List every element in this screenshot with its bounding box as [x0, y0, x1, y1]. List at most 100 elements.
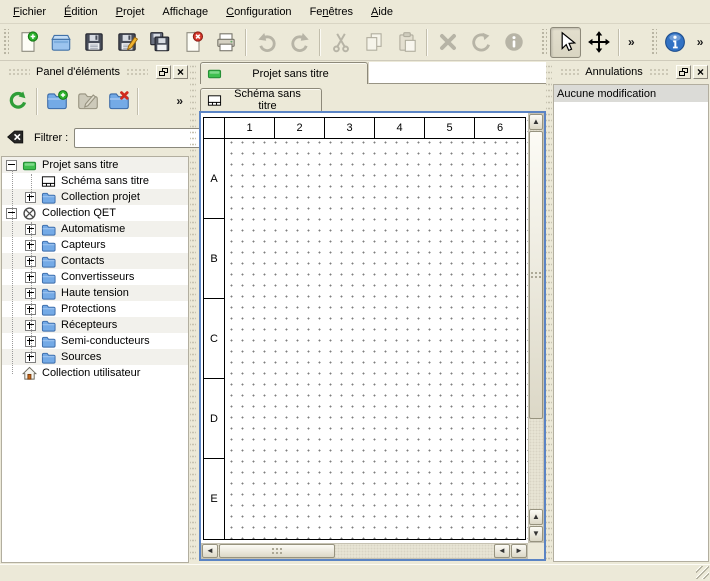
project-area: Projet sans titre Schéma sans titre 1234… — [197, 62, 548, 563]
save-as-button[interactable] — [111, 27, 142, 58]
folder-icon-cell — [41, 238, 58, 253]
tab-schema[interactable]: Schéma sans titre — [200, 88, 322, 111]
scroll-left-button[interactable]: ◄ — [202, 544, 218, 558]
scroll-up-button[interactable]: ▲ — [529, 114, 543, 130]
toolbar-overflow-button[interactable]: » — [623, 35, 640, 49]
info-blue-icon — [663, 30, 687, 54]
tree-expander-minus-icon[interactable] — [6, 160, 17, 171]
folder-icon — [41, 334, 56, 349]
close-panel-button[interactable]: × — [173, 65, 188, 79]
menubar: FichierÉditionProjetAffichageConfigurati… — [0, 0, 710, 24]
copy-button[interactable] — [358, 27, 389, 58]
resize-grip[interactable] — [696, 566, 709, 579]
tree-item-collection-qet[interactable]: Collection QET — [2, 205, 188, 221]
tree-item-semi-conducteurs[interactable]: Semi-conducteurs — [2, 333, 188, 349]
undo-button[interactable] — [251, 27, 282, 58]
toolbar-separator — [245, 29, 247, 56]
tree-item-sources[interactable]: Sources — [2, 349, 188, 365]
vertical-scrollbar[interactable]: ▲ ▲ ▼ — [528, 113, 544, 543]
schematic-canvas[interactable]: 123456 ABCDE — [201, 113, 544, 559]
tree-item-label: Collection utilisateur — [39, 367, 140, 379]
print-button[interactable] — [210, 27, 241, 58]
folder-icon — [41, 286, 56, 301]
menu-fichier[interactable]: Fichier — [4, 2, 55, 22]
toolbar-overflow-button[interactable]: » — [171, 94, 188, 108]
tree-item-convertisseurs[interactable]: Convertisseurs — [2, 269, 188, 285]
tree-item-collection-projet[interactable]: Collection projet — [2, 189, 188, 205]
scrollbar-corner — [528, 543, 544, 559]
folder-icon-cell — [41, 254, 58, 269]
folder-icon — [41, 222, 56, 237]
menu-aide[interactable]: Aide — [362, 2, 402, 22]
elements-panel-dock: Panel d'éléments × » Filtrer : Projet sa… — [0, 62, 190, 563]
folder-icon — [41, 318, 56, 333]
cut-button[interactable] — [325, 27, 356, 58]
about-button[interactable] — [660, 27, 691, 58]
tree-item-haute-tension[interactable]: Haute tension — [2, 285, 188, 301]
open-document-button[interactable] — [45, 27, 76, 58]
splitter-left[interactable] — [190, 62, 196, 563]
horizontal-scroll-thumb[interactable] — [219, 544, 335, 558]
delete-selection-button[interactable] — [432, 27, 463, 58]
menu-projet[interactable]: Projet — [107, 2, 154, 22]
new-category-button[interactable] — [42, 87, 71, 116]
select-mode-button[interactable] — [550, 27, 581, 58]
save-button[interactable] — [78, 27, 109, 58]
toolbar-handle[interactable] — [650, 29, 657, 55]
scroll-down-button[interactable]: ▼ — [529, 526, 543, 542]
schema-icon-cell — [41, 174, 58, 189]
undo-item[interactable]: Aucune modification — [554, 85, 708, 102]
menu-edition[interactable]: Édition — [55, 2, 107, 22]
vertical-scroll-thumb[interactable] — [529, 131, 543, 419]
reload-collections-button[interactable] — [3, 87, 32, 116]
toolbar-handle[interactable] — [540, 29, 547, 55]
tree-item-collection-utilisateur[interactable]: Collection utilisateur — [2, 365, 188, 381]
delete-category-button[interactable] — [104, 87, 133, 116]
toolbar-overflow-button[interactable]: » — [692, 35, 709, 49]
pan-mode-button[interactable] — [583, 27, 614, 58]
toolbar-handle[interactable] — [2, 29, 9, 55]
tree-item-capteurs[interactable]: Capteurs — [2, 237, 188, 253]
tree-item-automatisme[interactable]: Automatisme — [2, 221, 188, 237]
filter-label: Filtrer : — [34, 132, 68, 144]
scroll-up-button-2[interactable]: ▲ — [529, 509, 543, 525]
close-panel-button[interactable]: × — [693, 65, 708, 79]
menu-affichage[interactable]: Affichage — [153, 2, 217, 22]
toolbar-separator — [426, 29, 428, 56]
float-panel-button[interactable] — [676, 65, 691, 79]
undo-panel-titlebar[interactable]: Annulations × — [554, 64, 708, 79]
folder-icon-cell — [41, 270, 58, 285]
tree-item-contacts[interactable]: Contacts — [2, 253, 188, 269]
clear-filter-button[interactable] — [5, 127, 27, 149]
scroll-right-button[interactable]: ► — [511, 544, 527, 558]
folder-icon — [41, 254, 56, 269]
horizontal-scrollbar[interactable]: ◄ ◄ ► — [201, 543, 528, 559]
tree-item-recepteurs[interactable]: Récepteurs — [2, 317, 188, 333]
paste-button[interactable] — [391, 27, 422, 58]
statusbar — [0, 564, 710, 581]
tree-item-schema-sans-titre[interactable]: Schéma sans titre — [2, 173, 188, 189]
edit-category-button[interactable] — [73, 87, 102, 116]
grid-column-header: 2 — [275, 118, 325, 138]
elements-panel-titlebar[interactable]: Panel d'éléments × — [2, 64, 188, 79]
tree-item-label: Sources — [58, 351, 101, 363]
menu-fenetres[interactable]: Fenêtres — [301, 2, 362, 22]
restore-icon — [159, 68, 168, 76]
scroll-left-button-2[interactable]: ◄ — [494, 544, 510, 558]
save-all-button[interactable] — [144, 27, 175, 58]
menu-configuration[interactable]: Configuration — [217, 2, 300, 22]
float-panel-button[interactable] — [156, 65, 171, 79]
tree-item-protections[interactable]: Protections — [2, 301, 188, 317]
tree-item-label: Haute tension — [58, 287, 129, 299]
selection-properties-button[interactable] — [498, 27, 529, 58]
grid-row-header: E — [204, 459, 224, 539]
schema-icon — [207, 93, 222, 108]
tree-item-projet-sans-titre[interactable]: Projet sans titre — [2, 157, 188, 173]
rotate-selection-button[interactable] — [465, 27, 496, 58]
tab-project[interactable]: Projet sans titre — [200, 62, 368, 84]
redo-button[interactable] — [284, 27, 315, 58]
new-document-button[interactable] — [12, 27, 43, 58]
close-document-button[interactable] — [177, 27, 208, 58]
elements-panel-toolbar: » — [2, 84, 188, 118]
project-icon — [207, 66, 222, 81]
